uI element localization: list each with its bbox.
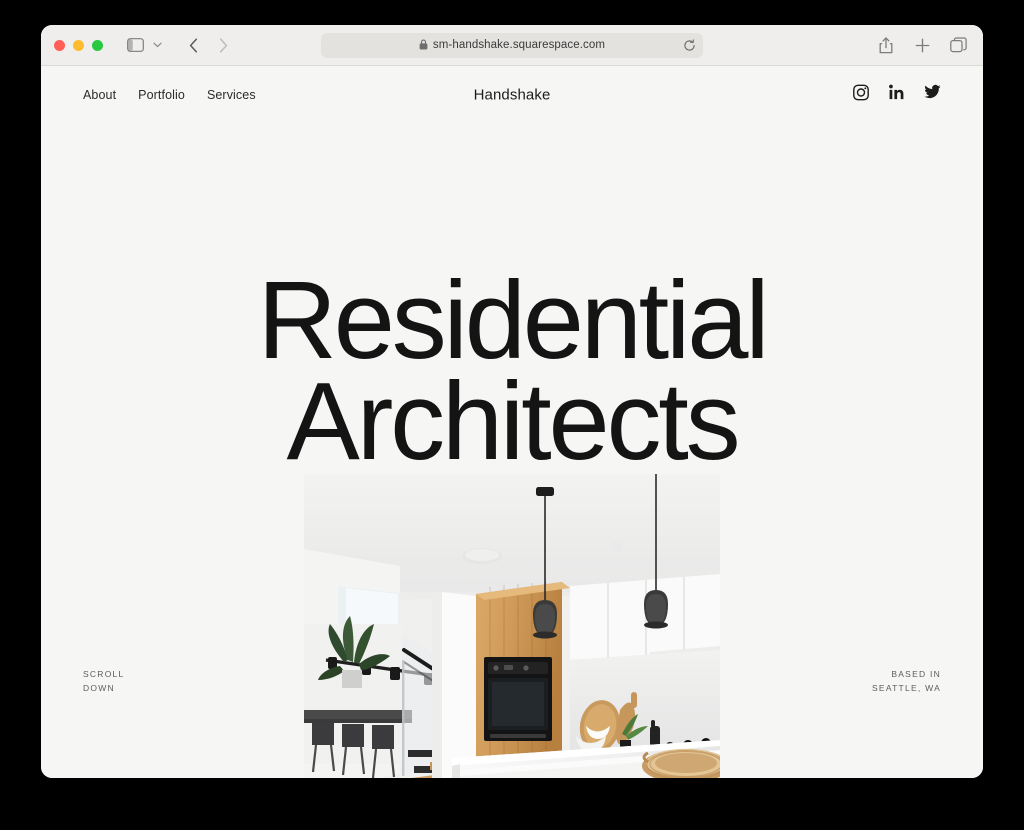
plus-icon[interactable] xyxy=(909,33,935,57)
window-controls xyxy=(54,39,103,51)
browser-window: sm-handshake.squarespace.com About Portf… xyxy=(41,25,983,778)
location-line-1: BASED IN xyxy=(891,669,941,679)
instagram-icon[interactable] xyxy=(853,84,869,105)
site-title[interactable]: Handshake xyxy=(474,86,551,103)
screen: sm-handshake.squarespace.com About Portf… xyxy=(0,0,1024,830)
scroll-hint[interactable]: SCROLL DOWN xyxy=(83,667,125,695)
linkedin-icon[interactable] xyxy=(889,84,904,105)
nav-link-services[interactable]: Services xyxy=(207,88,256,102)
browser-toolbar: sm-handshake.squarespace.com xyxy=(41,25,983,66)
reload-icon[interactable] xyxy=(682,39,696,53)
nav-link-about[interactable]: About xyxy=(83,88,116,102)
scroll-hint-line-2: DOWN xyxy=(83,683,115,694)
location-line-2: SEATTLE, WA xyxy=(871,683,941,694)
location-label: BASED IN SEATTLE, WA xyxy=(872,667,941,695)
maximize-window-button[interactable] xyxy=(92,39,103,51)
web-page-content: About Portfolio Services Handshake Resid… xyxy=(41,66,983,778)
url-text: sm-handshake.squarespace.com xyxy=(432,38,606,51)
navigation-controls xyxy=(180,33,236,57)
tabs-icon[interactable] xyxy=(945,33,971,57)
hero-line-1: Residential xyxy=(257,259,770,382)
hero-line-2: Architects xyxy=(286,360,741,484)
share-icon[interactable] xyxy=(873,33,899,57)
site-navigation: About Portfolio Services xyxy=(83,88,256,102)
scroll-hint-line-1: SCROLL xyxy=(83,669,125,679)
social-links xyxy=(853,84,941,105)
forward-button[interactable] xyxy=(210,33,236,57)
chevron-down-icon[interactable] xyxy=(148,33,166,57)
address-bar-container: sm-handshake.squarespace.com xyxy=(321,33,703,58)
lock-icon xyxy=(419,37,428,55)
twitter-icon[interactable] xyxy=(924,84,941,105)
page-title: Residential Architects xyxy=(41,259,983,484)
hero-section: Residential Architects SCROLL DOWN BASED… xyxy=(41,123,983,778)
hero-image xyxy=(304,474,720,778)
address-bar[interactable]: sm-handshake.squarespace.com xyxy=(321,33,703,58)
site-header: About Portfolio Services Handshake xyxy=(41,66,983,123)
toolbar-right-actions xyxy=(873,25,971,65)
minimize-window-button[interactable] xyxy=(73,39,84,51)
sidebar-icon[interactable] xyxy=(122,33,148,57)
sidebar-controls xyxy=(122,33,166,57)
close-window-button[interactable] xyxy=(54,39,65,51)
back-button[interactable] xyxy=(180,33,206,57)
nav-link-portfolio[interactable]: Portfolio xyxy=(138,88,185,102)
